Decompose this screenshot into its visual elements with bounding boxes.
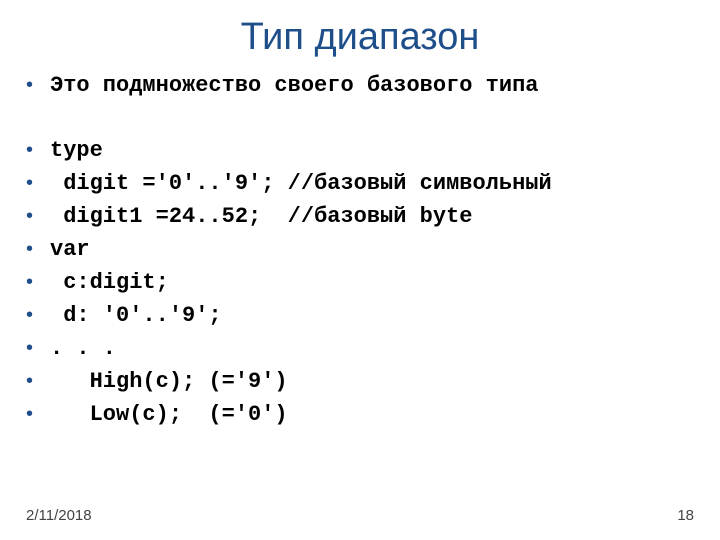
bullet-icon: • [26,299,50,332]
slide-body: • Это подмножество своего базового типа … [0,69,720,431]
bullet-icon: • [26,167,50,200]
intro-text: Это подмножество своего базового типа [50,69,538,102]
code-text: Low(c); (='0') [50,398,288,431]
slide-footer: 2/11/2018 18 [26,507,694,524]
code-text: digit ='0'..'9'; //базовый символьный [50,167,552,200]
slide-title: Тип диапазон [0,0,720,69]
code-line: • digit1 =24..52; //базовый byte [26,200,694,233]
code-line: • Low(c); (='0') [26,398,694,431]
bullet-icon: • [26,233,50,266]
code-text: . . . [50,332,116,365]
code-line: • High(c); (='9') [26,365,694,398]
code-text: c:digit; [50,266,169,299]
code-line: • digit ='0'..'9'; //базовый символьный [26,167,694,200]
bullet-icon: • [26,266,50,299]
code-text: var [50,233,90,266]
code-line: • c:digit; [26,266,694,299]
bullet-icon: • [26,365,50,398]
code-line: • . . . [26,332,694,365]
gap [26,102,694,134]
footer-page-number: 18 [677,507,694,524]
code-text: digit1 =24..52; //базовый byte [50,200,472,233]
bullet-icon: • [26,134,50,167]
code-line: • var [26,233,694,266]
bullet-icon: • [26,332,50,365]
intro-line: • Это подмножество своего базового типа [26,69,694,102]
code-line: • d: '0'..'9'; [26,299,694,332]
footer-date: 2/11/2018 [26,507,92,524]
code-text: type [50,134,103,167]
bullet-icon: • [26,200,50,233]
code-line: • type [26,134,694,167]
code-text: High(c); (='9') [50,365,288,398]
bullet-icon: • [26,69,50,102]
code-text: d: '0'..'9'; [50,299,222,332]
bullet-icon: • [26,398,50,431]
